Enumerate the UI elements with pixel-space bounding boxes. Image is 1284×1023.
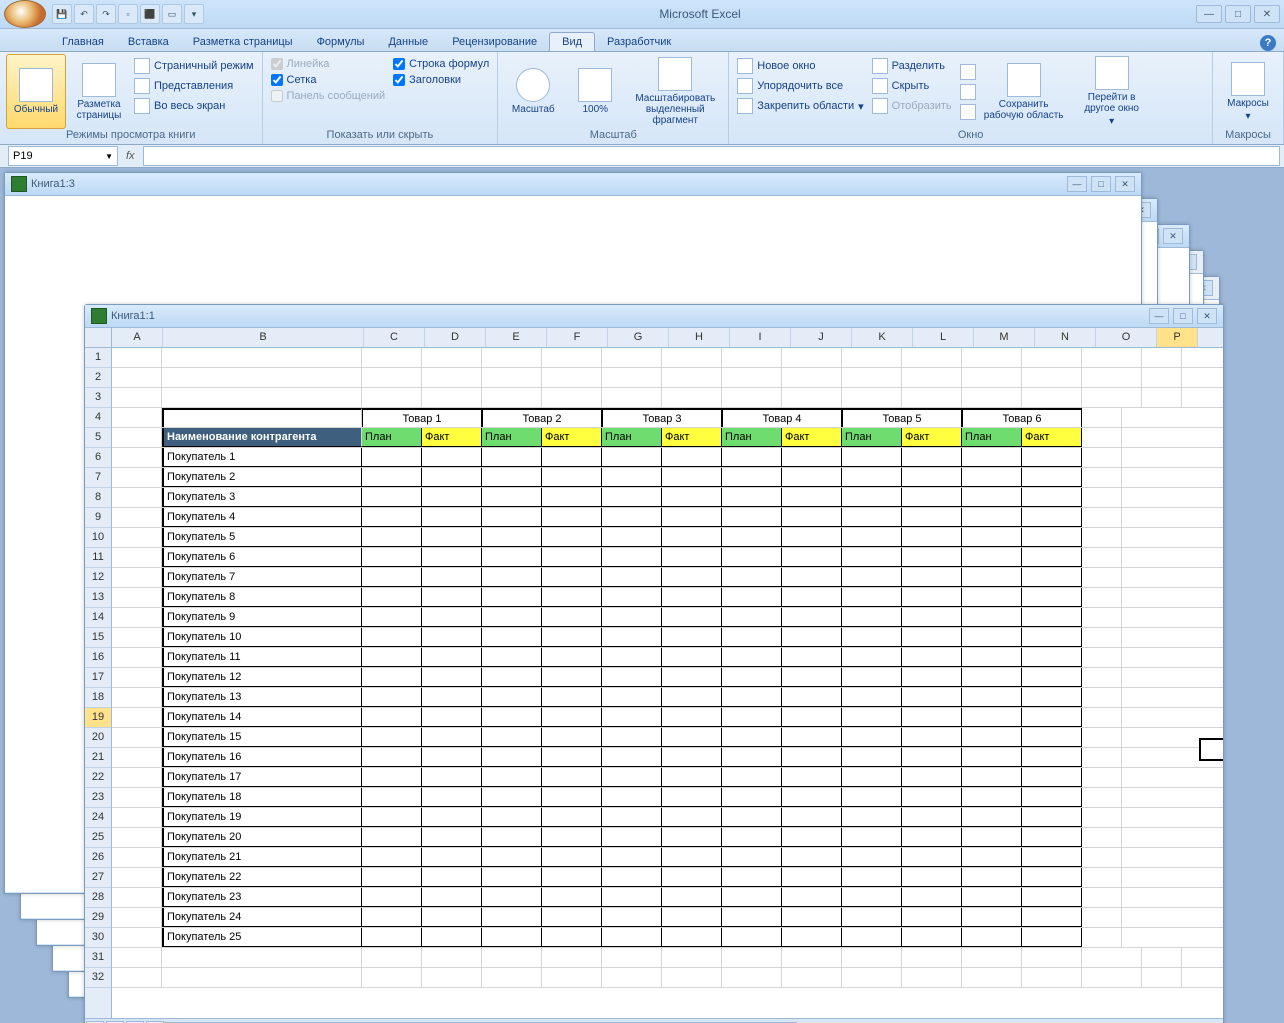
new-window-button[interactable]: Новое окно — [737, 58, 863, 74]
macros-button[interactable]: Макросы ▾ — [1219, 54, 1277, 129]
magnifier-icon — [516, 68, 550, 102]
sync-icon[interactable] — [960, 84, 976, 100]
view-icon — [134, 78, 150, 94]
child-maximize[interactable]: □ — [1091, 176, 1111, 192]
maximize-button[interactable]: □ — [1225, 5, 1251, 23]
show-option[interactable]: Сетка — [271, 74, 386, 86]
redo-icon[interactable]: ↷ — [96, 4, 116, 24]
page-layout-button[interactable]: Разметка страницы — [70, 54, 128, 129]
split-icon — [872, 58, 888, 74]
view-icon — [134, 98, 150, 114]
app-title: Microsoft Excel — [204, 7, 1196, 21]
child-close[interactable]: ✕ — [1197, 308, 1217, 324]
fx-icon[interactable]: fx — [126, 150, 135, 162]
child-close[interactable]: ✕ — [1115, 176, 1135, 192]
child-maximize[interactable]: □ — [1173, 308, 1193, 324]
group-label: Окно — [735, 129, 1206, 142]
ribbon-tab[interactable]: Формулы — [305, 33, 377, 51]
ribbon-tab[interactable]: Вид — [549, 32, 595, 51]
arrange-all-button[interactable]: Упорядочить все — [737, 78, 863, 94]
row-headers[interactable]: 1234567891011121314151617181920212223242… — [85, 348, 112, 1018]
show-option: Линейка — [271, 58, 386, 70]
hide-icon — [872, 78, 888, 94]
spreadsheet-grid[interactable]: Товар 1Товар 2Товар 3Товар 4Товар 5Товар… — [112, 348, 1223, 988]
unhide-icon — [872, 98, 888, 114]
view-icon — [134, 58, 150, 74]
100-icon — [578, 68, 612, 102]
switch-icon — [1095, 56, 1129, 90]
quick-access-toolbar: 💾 ↶ ↷ ▫ ⬛ ▭ ▾ — [52, 4, 204, 24]
sheet-tabs: ⏮ ◀ ▶ ⏭ Лист1Лист2Лист3Лист4Лист5Лист6Ли… — [85, 1018, 1223, 1023]
select-all-button[interactable] — [85, 328, 112, 348]
unhide-button: Отобразить — [872, 98, 952, 114]
ribbon-tab[interactable]: Вставка — [116, 33, 181, 51]
normal-view-button[interactable]: Обычный — [6, 54, 66, 129]
child-titlebar[interactable]: Книга1:1 — □ ✕ — [85, 305, 1223, 328]
arrange-icon — [737, 78, 753, 94]
excel-icon — [91, 308, 107, 324]
child-title: Книга1:1 — [111, 310, 155, 322]
ribbon: Обычный Разметка страницы Страничный реж… — [0, 52, 1284, 145]
zoom-sel-icon — [658, 57, 692, 91]
split-button[interactable]: Разделить — [872, 58, 952, 74]
child-window-active: Книга1:1 — □ ✕ ABCDEFGHIJKLMNOP 12345678… — [84, 304, 1224, 1023]
title-bar: 💾 ↶ ↷ ▫ ⬛ ▭ ▾ Microsoft Excel — □ ✕ — [0, 0, 1284, 29]
show-option[interactable]: Строка формул — [393, 58, 489, 70]
office-button[interactable] — [4, 0, 46, 28]
child-minimize[interactable]: — — [1067, 176, 1087, 192]
view-mode-item[interactable]: Представления — [134, 78, 254, 94]
workspace: Книга1:6—□✕Книга1:2—□✕Книга1:5—□✕Книга1:… — [0, 168, 1284, 1023]
close-button[interactable]: ✕ — [1254, 5, 1280, 23]
active-cell-indicator — [1199, 738, 1223, 761]
view-mode-item[interactable]: Во весь экран — [134, 98, 254, 114]
group-label: Показать или скрыть — [269, 129, 492, 142]
ribbon-tab[interactable]: Главная — [50, 33, 116, 51]
column-headers[interactable]: ABCDEFGHIJKLMNOP — [112, 328, 1223, 348]
child-minimize[interactable]: — — [1149, 308, 1169, 324]
save-icon[interactable]: 💾 — [52, 4, 72, 24]
excel-icon — [11, 176, 27, 192]
qat-icon[interactable]: ▫ — [118, 4, 138, 24]
sync-icon[interactable] — [960, 104, 976, 120]
page-icon — [82, 63, 116, 97]
qat-icon[interactable]: ⬛ — [140, 4, 160, 24]
freeze-icon — [737, 98, 753, 114]
group-label: Масштаб — [504, 129, 722, 142]
group-label: Макросы — [1219, 129, 1277, 142]
qat-icon[interactable]: ▭ — [162, 4, 182, 24]
ribbon-tab[interactable]: Разметка страницы — [181, 33, 305, 51]
ribbon-tab[interactable]: Разработчик — [595, 33, 683, 51]
qat-more-icon[interactable]: ▾ — [184, 4, 204, 24]
minimize-button[interactable]: — — [1196, 5, 1222, 23]
ribbon-tab[interactable]: Данные — [376, 33, 440, 51]
formula-input[interactable] — [143, 146, 1280, 166]
zoom-selection-button[interactable]: Масштабировать выделенный фрагмент — [628, 54, 722, 129]
view-mode-item[interactable]: Страничный режим — [134, 58, 254, 74]
show-option: Панель сообщений — [271, 90, 386, 102]
child-title: Книга1:3 — [31, 178, 75, 190]
show-option[interactable]: Заголовки — [393, 74, 489, 86]
name-box[interactable]: P19▼ — [8, 146, 118, 166]
group-label: Режимы просмотра книги — [6, 129, 256, 142]
child-close[interactable]: ✕ — [1163, 228, 1183, 244]
workspace-icon — [1007, 63, 1041, 97]
freeze-panes-button[interactable]: Закрепить области ▾ — [737, 98, 863, 114]
undo-icon[interactable]: ↶ — [74, 4, 94, 24]
switch-windows-button[interactable]: Перейти в другое окно ▾ — [1070, 54, 1154, 129]
formula-bar: P19▼ fx — [0, 145, 1284, 168]
ribbon-tabs: ГлавнаяВставкаРазметка страницыФормулыДа… — [0, 29, 1284, 52]
save-workspace-button[interactable]: Сохранить рабочую область — [982, 54, 1066, 129]
zoom-button[interactable]: Масштаб — [504, 54, 562, 129]
hide-button[interactable]: Скрыть — [872, 78, 952, 94]
help-icon[interactable]: ? — [1260, 35, 1276, 51]
grid-icon — [19, 68, 53, 102]
macros-icon — [1231, 62, 1265, 96]
zoom-100-button[interactable]: 100% — [566, 54, 624, 129]
sync-icon[interactable] — [960, 64, 976, 80]
window-icon — [737, 58, 753, 74]
ribbon-tab[interactable]: Рецензирование — [440, 33, 549, 51]
